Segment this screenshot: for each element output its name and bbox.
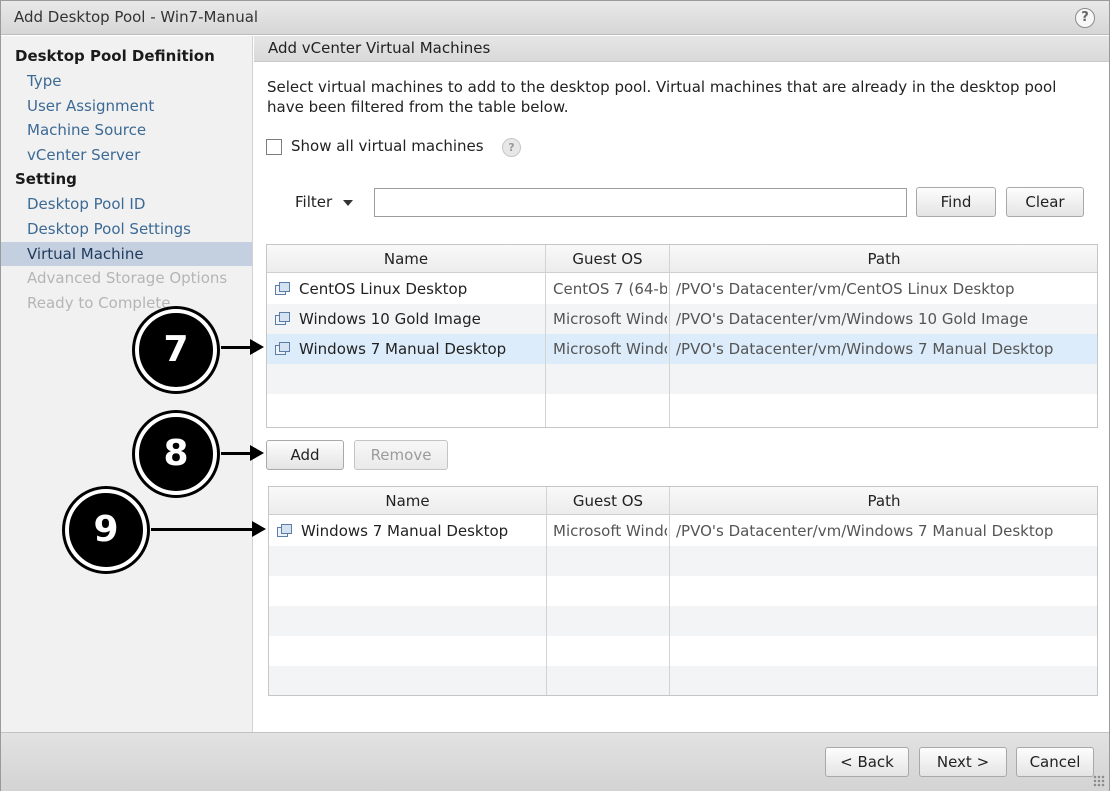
- empty-row: [269, 606, 1097, 636]
- resize-grip-icon[interactable]: [1093, 775, 1105, 787]
- vm-name: Windows 7 Manual Desktop: [299, 340, 507, 358]
- next-button[interactable]: Next >: [919, 747, 1007, 777]
- empty-row: [269, 576, 1097, 606]
- callout-9: 9: [65, 489, 147, 571]
- sidebar-section-desktop-pool-definition: Desktop Pool Definition: [15, 47, 215, 65]
- arrow-right-icon: [252, 521, 266, 537]
- cancel-button[interactable]: Cancel: [1016, 747, 1094, 777]
- column-header-path[interactable]: Path: [670, 487, 1097, 515]
- filter-input[interactable]: [374, 188, 907, 217]
- vm-guest-os: Microsoft Windows 10: [553, 310, 667, 328]
- sidebar-item-desktop-pool-settings[interactable]: Desktop Pool Settings: [27, 217, 191, 241]
- column-header-guest-os[interactable]: Guest OS: [547, 487, 669, 515]
- sidebar-item-machine-source[interactable]: Machine Source: [27, 118, 146, 142]
- callout-8: 8: [135, 413, 217, 495]
- selected-vms-table: Name Guest OS Path Windows 7 Manual Desk…: [268, 486, 1098, 696]
- table-row[interactable]: CentOS Linux Desktop CentOS 7 (64-bit) /…: [267, 274, 1097, 304]
- callout-7: 7: [135, 309, 217, 391]
- column-divider: [545, 245, 546, 427]
- vm-name: Windows 10 Gold Image: [299, 310, 481, 328]
- vm-path: /PVO's Datacenter/vm/Windows 10 Gold Ima…: [676, 310, 1029, 328]
- sidebar-section-setting: Setting: [15, 170, 77, 188]
- table-row[interactable]: Windows 7 Manual Desktop Microsoft Windo…: [269, 516, 1097, 546]
- sidebar-item-user-assignment[interactable]: User Assignment: [27, 94, 154, 118]
- vm-name: Windows 7 Manual Desktop: [301, 522, 509, 540]
- section-header-title: Add vCenter Virtual Machines: [268, 39, 491, 57]
- add-desktop-pool-dialog: Add Desktop Pool - Win7-Manual ? Desktop…: [0, 0, 1110, 791]
- sidebar-item-advanced-storage-options: Advanced Storage Options: [27, 269, 228, 287]
- column-divider: [669, 245, 670, 427]
- show-all-help-icon[interactable]: ?: [502, 138, 521, 157]
- arrow-right-icon: [250, 339, 264, 355]
- add-button[interactable]: Add: [266, 440, 344, 470]
- show-all-vms-label[interactable]: Show all virtual machines: [291, 137, 484, 155]
- instructions-text: Select virtual machines to add to the de…: [267, 78, 1057, 116]
- table-row-selected[interactable]: Windows 7 Manual Desktop Microsoft Windo…: [267, 334, 1097, 364]
- virtual-machine-icon: [275, 282, 291, 296]
- column-header-name[interactable]: Name: [267, 245, 545, 273]
- find-button[interactable]: Find: [916, 187, 996, 217]
- arrow-right-icon: [250, 445, 264, 461]
- wizard-footer: < Back Next > Cancel: [1, 732, 1109, 791]
- column-divider: [546, 487, 547, 695]
- chevron-down-icon[interactable]: [343, 200, 353, 206]
- vm-path: /PVO's Datacenter/vm/CentOS Linux Deskto…: [676, 280, 1015, 298]
- vm-guest-os: Microsoft Windows 7: [553, 522, 667, 540]
- vm-path: /PVO's Datacenter/vm/Windows 7 Manual De…: [676, 522, 1054, 540]
- column-header-path[interactable]: Path: [670, 245, 1097, 273]
- available-vms-table: Name Guest OS Path CentOS Linux Desktop …: [266, 244, 1098, 428]
- callout-arrow: [221, 452, 253, 455]
- vm-guest-os: Microsoft Windows 7: [553, 340, 667, 358]
- sidebar-item-desktop-pool-id[interactable]: Desktop Pool ID: [27, 192, 145, 216]
- virtual-machine-icon: [277, 524, 293, 538]
- wizard-sidebar: Desktop Pool Definition Type User Assign…: [1, 36, 253, 732]
- column-header-name[interactable]: Name: [269, 487, 546, 515]
- table-header: Name Guest OS Path: [267, 245, 1097, 273]
- sidebar-item-virtual-machine[interactable]: Virtual Machine: [1, 242, 252, 266]
- empty-row: [269, 546, 1097, 576]
- table-header: Name Guest OS Path: [269, 487, 1097, 515]
- clear-button[interactable]: Clear: [1006, 187, 1084, 217]
- empty-row: [267, 364, 1097, 394]
- callout-arrow: [151, 528, 255, 531]
- empty-row: [269, 636, 1097, 666]
- table-row[interactable]: Windows 10 Gold Image Microsoft Windows …: [267, 304, 1097, 334]
- virtual-machine-icon: [275, 342, 291, 356]
- back-button[interactable]: < Back: [825, 747, 909, 777]
- vm-guest-os: CentOS 7 (64-bit): [553, 280, 667, 298]
- remove-button: Remove: [354, 440, 448, 470]
- title-bar: Add Desktop Pool - Win7-Manual ?: [1, 1, 1109, 35]
- sidebar-item-vcenter-server[interactable]: vCenter Server: [27, 143, 140, 167]
- vm-path: /PVO's Datacenter/vm/Windows 7 Manual De…: [676, 340, 1054, 358]
- show-all-vms-checkbox[interactable]: [266, 139, 282, 155]
- callout-arrow: [221, 346, 253, 349]
- section-header: Add vCenter Virtual Machines: [254, 36, 1109, 62]
- vm-name: CentOS Linux Desktop: [299, 280, 468, 298]
- virtual-machine-icon: [275, 312, 291, 326]
- column-header-guest-os[interactable]: Guest OS: [546, 245, 669, 273]
- dialog-title: Add Desktop Pool - Win7-Manual: [14, 8, 259, 26]
- column-divider: [669, 487, 670, 695]
- sidebar-item-type[interactable]: Type: [27, 69, 61, 93]
- filter-dropdown[interactable]: Filter: [295, 193, 332, 211]
- sidebar-item-ready-to-complete: Ready to Complete: [27, 294, 171, 312]
- help-icon[interactable]: ?: [1075, 8, 1095, 28]
- empty-row: [269, 666, 1097, 695]
